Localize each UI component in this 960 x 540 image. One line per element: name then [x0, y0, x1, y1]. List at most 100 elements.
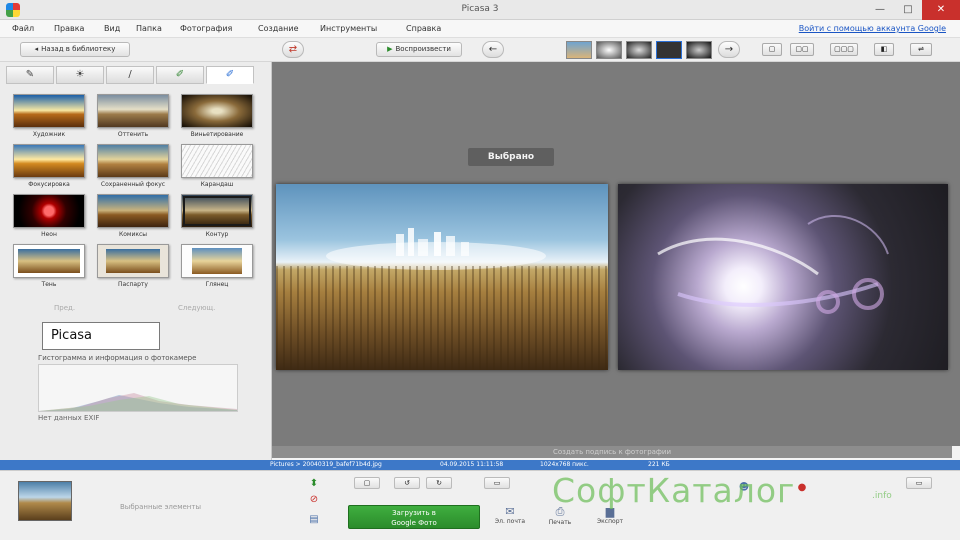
- rotate-right-icon[interactable]: ↻: [426, 477, 452, 489]
- contrast-icon: ☀: [75, 69, 85, 80]
- photo-light-swirl[interactable]: [618, 184, 948, 370]
- effect-thumb: [97, 244, 169, 278]
- effect-thumb: [97, 194, 169, 228]
- effect-label: Карандаш: [200, 181, 234, 188]
- upload-label-line1: Загрузить в: [392, 509, 436, 517]
- photo-tray: Выбранные элементы ⬍ ⊘ ▤ ▢ ↺ ↻ ▭ Загрузи…: [0, 470, 960, 540]
- effects-next-link[interactable]: Следующ.: [178, 304, 215, 312]
- toolbar: ◂ Назад в библиотеку ⇄ ▶ Воспроизвести ← →…: [0, 38, 960, 62]
- print-label: Печать: [548, 519, 572, 526]
- effect-comic[interactable]: Комиксы: [94, 192, 172, 242]
- effect-label: Комиксы: [118, 231, 148, 238]
- filmstrip-thumb[interactable]: [626, 41, 652, 59]
- filmstrip-thumb[interactable]: [686, 41, 712, 59]
- photo-wheat-field[interactable]: [276, 184, 608, 370]
- single-view-icon[interactable]: ▢: [762, 43, 782, 56]
- effect-thumb: [181, 94, 253, 128]
- editing-panel: ✎ ☀ / ✐ ✐ Художник Оттенить Виньетирован…: [0, 62, 272, 460]
- image-dimensions: 1024x768 пикс.: [540, 461, 589, 468]
- menu-create[interactable]: Создание: [258, 24, 299, 33]
- menu-folder[interactable]: Папка: [136, 24, 162, 33]
- effect-thumb: [13, 194, 85, 228]
- text-field[interactable]: Picasa: [42, 322, 160, 350]
- filmstrip-thumb[interactable]: [596, 41, 622, 59]
- effect-label: Художник: [32, 131, 66, 138]
- watermark-suffix: .info: [872, 491, 892, 501]
- menu-edit[interactable]: Правка: [54, 24, 84, 33]
- wrench-icon: ✎: [25, 69, 35, 80]
- maximize-button[interactable]: □: [894, 0, 922, 20]
- tray-photo-thumb[interactable]: [18, 481, 72, 521]
- effect-shadow[interactable]: Тень: [10, 242, 88, 292]
- tray-button[interactable]: ▭: [484, 477, 510, 489]
- tab-basic-fixes[interactable]: ✎: [6, 66, 54, 84]
- tab-tuning[interactable]: ☀: [56, 66, 104, 84]
- menu-tools[interactable]: Инструменты: [320, 24, 377, 33]
- back-arrow-icon: ◂: [34, 45, 39, 53]
- email-button[interactable]: ✉ Эл. почта: [488, 505, 532, 525]
- menu-help[interactable]: Справка: [406, 24, 441, 33]
- next-photo-button[interactable]: →: [718, 41, 740, 58]
- export-label: Экспорт: [596, 518, 623, 525]
- effect-thumb: [13, 94, 85, 128]
- back-to-library-button[interactable]: ◂ Назад в библиотеку: [20, 42, 130, 57]
- envelope-icon: ✉: [505, 505, 515, 518]
- effect-thumb: [13, 244, 85, 278]
- google-signin-link[interactable]: Войти с помощью аккаунта Google: [799, 24, 946, 33]
- swap-icon[interactable]: ⇌: [910, 43, 932, 56]
- menu-photo[interactable]: Фотография: [180, 24, 232, 33]
- filmstrip-thumb[interactable]: [656, 41, 682, 59]
- pin-icon[interactable]: ⬍: [306, 477, 322, 491]
- slideshow-button[interactable]: ▶ Воспроизвести: [376, 42, 462, 57]
- effect-thumb: [97, 144, 169, 178]
- editing-tabs: ✎ ☀ / ✐ ✐: [6, 66, 256, 84]
- effect-outline[interactable]: Контур: [178, 192, 256, 242]
- title-bar: Picasa 3 — □ ✕: [0, 0, 960, 20]
- effect-label: Тень: [41, 281, 57, 288]
- share-icon[interactable]: ⇄: [282, 41, 304, 58]
- menu-file[interactable]: Файл: [12, 24, 34, 33]
- back-to-library-label: Назад в библиотеку: [41, 45, 116, 53]
- upload-google-photos-button[interactable]: Загрузить в Google Фото: [348, 505, 480, 529]
- effect-gloss[interactable]: Глянец: [178, 242, 256, 292]
- tray-button[interactable]: ▭: [906, 477, 932, 489]
- effect-neon[interactable]: Неон: [10, 192, 88, 242]
- tab-more-effects[interactable]: ✐: [156, 66, 204, 84]
- clear-icon[interactable]: ⊘: [306, 493, 322, 507]
- effect-tint[interactable]: Оттенить: [94, 92, 172, 142]
- triple-view-icon[interactable]: ▢▢▢: [830, 43, 858, 56]
- slideshow-label: Воспроизвести: [395, 45, 451, 53]
- compare-view-icon[interactable]: ▢▢: [790, 43, 814, 56]
- album-icon[interactable]: ▤: [306, 513, 322, 527]
- effect-label: Контур: [205, 231, 229, 238]
- effect-artist[interactable]: Художник: [10, 92, 88, 142]
- tab-fun-effects[interactable]: /: [106, 66, 154, 84]
- tab-effects[interactable]: ✐: [206, 66, 254, 84]
- effect-thumb: [97, 94, 169, 128]
- fullscreen-icon[interactable]: ◧: [874, 43, 894, 56]
- map-pin-icon[interactable]: ●: [794, 481, 810, 495]
- tray-button[interactable]: ▢: [354, 477, 380, 489]
- histogram: [38, 364, 238, 412]
- effect-saved-focus[interactable]: Сохраненный фокус: [94, 142, 172, 192]
- file-path: Pictures > 20040319_bafef71b4d.jpg: [270, 461, 382, 468]
- status-bar: Pictures > 20040319_bafef71b4d.jpg 04.09…: [0, 460, 960, 470]
- effect-focus[interactable]: Фокусировка: [10, 142, 88, 192]
- exif-note: Нет данных EXIF: [38, 414, 100, 422]
- close-button[interactable]: ✕: [922, 0, 960, 20]
- filmstrip-thumb[interactable]: [566, 41, 592, 59]
- minimize-button[interactable]: —: [866, 0, 894, 20]
- file-date: 04.09.2015 11:11:58: [440, 461, 504, 468]
- watermark: СофтКаталог: [552, 471, 796, 510]
- swirl-art-icon: [657, 214, 889, 314]
- effect-pencil[interactable]: Карандаш: [178, 142, 256, 192]
- effect-vignette[interactable]: Виньетирование: [178, 92, 256, 142]
- effects-prev-link[interactable]: Пред.: [54, 304, 75, 312]
- previous-photo-button[interactable]: ←: [482, 41, 504, 58]
- effect-label: Оттенить: [117, 131, 149, 138]
- effect-matte[interactable]: Паспарту: [94, 242, 172, 292]
- histogram-title: Гистограмма и информация о фотокамере: [38, 354, 197, 362]
- menu-view[interactable]: Вид: [104, 24, 120, 33]
- rotate-left-icon[interactable]: ↺: [394, 477, 420, 489]
- caption-input[interactable]: Создать подпись к фотографии: [272, 446, 952, 458]
